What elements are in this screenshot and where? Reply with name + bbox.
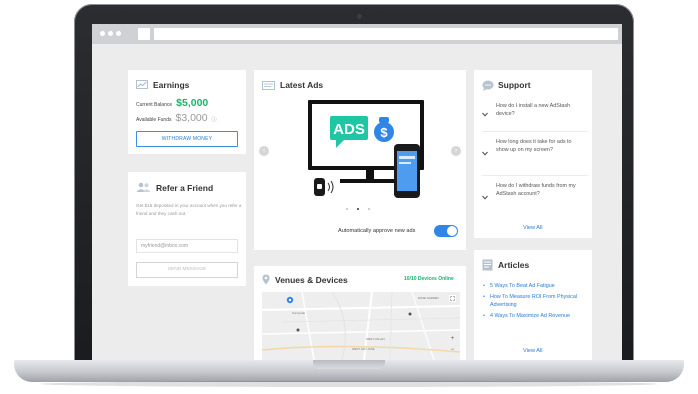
carousel-indicators (346, 208, 370, 210)
available-funds-row: Available Funds $3,000 ⓘ (136, 112, 217, 124)
camera-icon (357, 14, 362, 19)
venues-map[interactable]: Sunnyvale WEST VALLEY WEST SAN JOSE ROSE… (262, 292, 460, 360)
articles-view-all-link[interactable]: View All (523, 348, 543, 354)
article-link[interactable]: 4 Ways To Maximize Ad Revenue (482, 312, 588, 320)
support-card: Support How do I install a new AdStash d… (474, 70, 592, 238)
window-controls[interactable] (100, 31, 121, 36)
available-funds-value: $3,000 (175, 112, 208, 124)
venues-devices-card: Venues & Devices 10/10 Devices Online Su… (254, 266, 466, 360)
friend-email-input[interactable]: myfriend@inbox.com (136, 239, 238, 253)
trend-chart-icon (136, 80, 148, 89)
support-view-all-link[interactable]: View All (523, 225, 543, 231)
refer-description: Get $15 deposited in your account when y… (136, 203, 242, 216)
carousel-dot[interactable] (346, 208, 348, 210)
map-canvas: Sunnyvale WEST VALLEY WEST SAN JOSE ROSE… (262, 292, 460, 360)
refer-friend-card: Refer a Friend Get $15 deposited in your… (128, 172, 246, 286)
carousel-dot[interactable] (368, 208, 370, 210)
laptop-notch (313, 360, 385, 369)
map-label: WEST VALLEY (366, 337, 385, 341)
available-funds-label: Available Funds (136, 117, 172, 123)
window-dot[interactable] (100, 31, 105, 36)
latest-ads-title: Latest Ads (280, 80, 324, 90)
article-link[interactable]: 5 Ways To Beat Ad Fatigue (482, 282, 588, 290)
earnings-title: Earnings (153, 80, 190, 90)
support-title: Support (498, 80, 531, 90)
withdraw-money-button[interactable]: WITHDRAW MONEY (136, 131, 238, 147)
faq-item[interactable]: How do I install a new AdStash device? (482, 98, 588, 132)
send-message-button[interactable]: SEND MESSAGE (136, 262, 238, 278)
latest-ads-card: Latest Ads ‹ › ADS $ Automatically appro… (254, 70, 466, 250)
chat-bubble-icon (482, 80, 494, 91)
browser-tab[interactable] (138, 28, 150, 40)
faq-item[interactable]: How do I withdraw funds from my AdStash … (482, 176, 588, 220)
articles-card: Articles 5 Ways To Beat Ad Fatigue How T… (474, 250, 592, 360)
carousel-prev-button[interactable]: ‹ (259, 146, 269, 156)
articles-title: Articles (498, 260, 530, 270)
zoom-out-icon: − (451, 347, 455, 353)
article-link[interactable]: How To Measure ROI From Physical Adverti… (482, 293, 588, 309)
display-icon (262, 81, 275, 90)
current-balance-row: Current Balance $5,000 (136, 97, 208, 109)
users-icon (136, 182, 151, 192)
browser-toolbar (92, 24, 622, 44)
auto-approve-toggle[interactable] (434, 225, 458, 237)
chevron-down-icon (482, 112, 488, 117)
zoom-in-icon: + (451, 336, 455, 342)
map-pin-icon (262, 274, 270, 285)
address-bar[interactable] (154, 28, 618, 40)
map-label: ROSE GARDEN (418, 296, 439, 300)
faq-question: How long does it take for ads to show up… (496, 139, 572, 153)
window-dot[interactable] (116, 31, 121, 36)
carousel-next-button[interactable]: › (451, 146, 461, 156)
faq-item[interactable]: How long does it take for ads to show up… (482, 132, 588, 176)
carousel-dot-active[interactable] (357, 208, 359, 210)
faq-question: How do I install a new AdStash device? (496, 103, 571, 117)
ads-illustration: ADS $ (308, 100, 424, 198)
faq-question: How do I withdraw funds from my AdStash … (496, 183, 576, 197)
current-balance-label: Current Balance (136, 102, 173, 108)
refer-title: Refer a Friend (156, 183, 214, 193)
map-label: WEST SAN JOSE (352, 347, 375, 351)
chevron-down-icon (482, 151, 488, 156)
map-label: Sunnyvale (292, 311, 306, 315)
current-balance-value: $5,000 (176, 97, 209, 109)
devices-online-status: 10/10 Devices Online (404, 276, 454, 282)
document-icon (482, 259, 493, 271)
auto-approve-label: Automatically approve new ads (338, 228, 416, 234)
ads-screen-text: ADS (333, 121, 365, 138)
info-icon[interactable]: ⓘ (212, 116, 217, 123)
earnings-card: Earnings Current Balance $5,000 Availabl… (128, 70, 246, 154)
article-list: 5 Ways To Beat Ad Fatigue How To Measure… (482, 282, 588, 323)
svg-text:$: $ (380, 125, 388, 140)
toggle-knob (447, 226, 457, 236)
laptop-screen: Earnings Current Balance $5,000 Availabl… (92, 24, 622, 360)
laptop-shadow (40, 381, 658, 387)
window-dot[interactable] (108, 31, 113, 36)
venues-title: Venues & Devices (275, 275, 348, 285)
laptop-mockup: Earnings Current Balance $5,000 Availabl… (0, 0, 698, 394)
chevron-down-icon (482, 195, 488, 200)
